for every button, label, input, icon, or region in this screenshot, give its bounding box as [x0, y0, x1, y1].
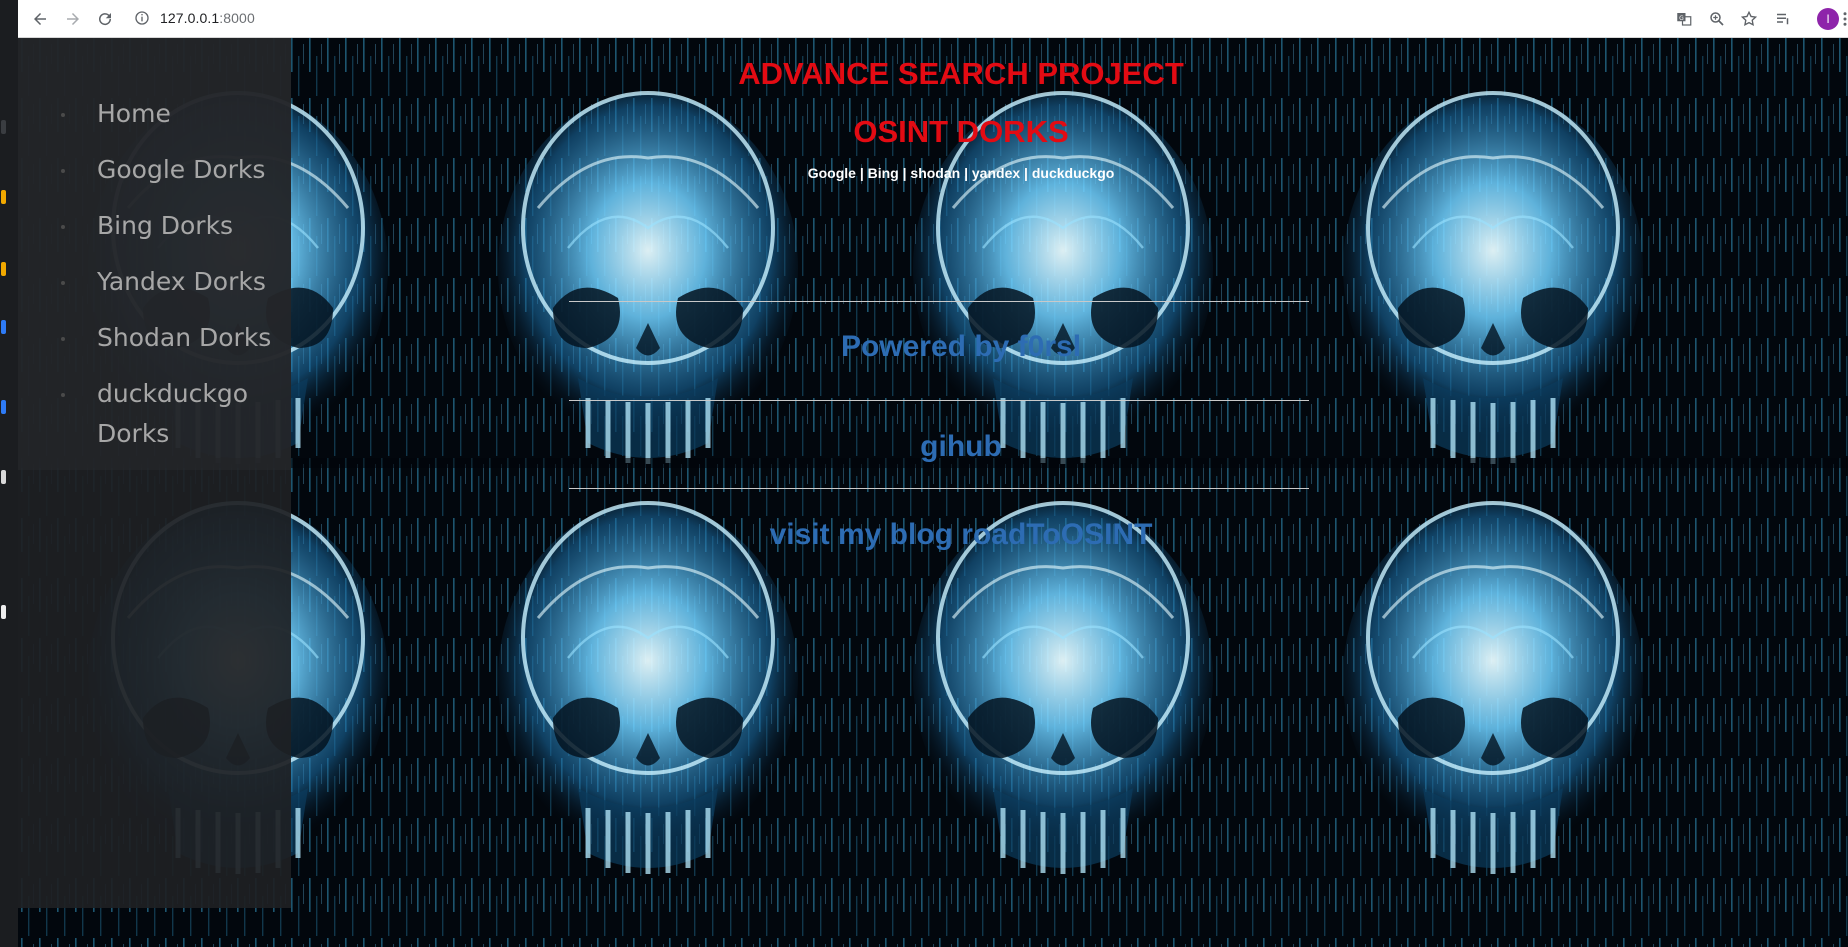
divider	[569, 488, 1309, 489]
page-subtitle-title: OSINT DORKS	[853, 114, 1069, 149]
sidebar-item-bing-dorks[interactable]: Bing Dorks	[18, 206, 291, 246]
dock-app-icon[interactable]	[1, 400, 6, 414]
page-viewport: Home Google Dorks Bing Dorks Yandex Dork…	[18, 38, 1848, 947]
zoom-icon[interactable]	[1704, 6, 1730, 32]
menu-icon[interactable]	[1840, 6, 1848, 32]
url-host: 127.0.0.1	[160, 10, 220, 26]
powered-by-link[interactable]: Powered by f0rsl	[291, 330, 1631, 364]
back-icon[interactable]	[27, 6, 53, 32]
sidebar-item-yandex-dorks[interactable]: Yandex Dorks	[18, 262, 291, 302]
dock-app-icon[interactable]	[1, 190, 6, 204]
forward-icon[interactable]	[60, 6, 86, 32]
github-link[interactable]: gihub	[291, 430, 1631, 464]
sidebar-item-home[interactable]: Home	[18, 94, 291, 134]
star-icon[interactable]	[1736, 6, 1762, 32]
browser-toolbar: 127.0.0.1:8000 G I	[18, 0, 1848, 38]
desktop-dock	[0, 0, 18, 947]
dock-app-icon[interactable]	[1, 320, 6, 334]
blog-link[interactable]: visit my blog roadToOSINT	[291, 518, 1631, 552]
page-title: ADVANCE SEARCH PROJECT	[738, 56, 1184, 91]
profile-avatar[interactable]: I	[1817, 8, 1839, 30]
svg-text:G: G	[1679, 15, 1684, 22]
search-engines-list: Google | Bing | shodan | yandex | duckdu…	[807, 165, 1115, 181]
reload-icon[interactable]	[92, 6, 118, 32]
sidebar-item-shodan-dorks[interactable]: Shodan Dorks	[18, 318, 291, 358]
sidebar: Home Google Dorks Bing Dorks Yandex Dork…	[18, 38, 291, 908]
url-port: :8000	[219, 10, 255, 26]
dock-app-icon[interactable]	[1, 470, 6, 484]
divider	[569, 400, 1309, 401]
sidebar-item-duckduckgo-dorks[interactable]: duckduckgo Dorks	[18, 374, 258, 454]
address-bar[interactable]: 127.0.0.1:8000	[160, 10, 255, 26]
dock-app-icon[interactable]	[1, 120, 6, 134]
divider	[569, 301, 1309, 302]
sidebar-nav: Home Google Dorks Bing Dorks Yandex Dork…	[18, 94, 291, 470]
main-content: ADVANCE SEARCH PROJECT OSINT DORKS Googl…	[291, 38, 1848, 947]
translate-icon[interactable]: G	[1671, 6, 1697, 32]
sidebar-item-google-dorks[interactable]: Google Dorks	[18, 150, 291, 190]
dock-app-icon[interactable]	[1, 605, 6, 619]
dock-app-icon[interactable]	[1, 262, 6, 276]
reading-list-icon[interactable]	[1770, 6, 1796, 32]
site-info-icon[interactable]	[133, 9, 151, 27]
